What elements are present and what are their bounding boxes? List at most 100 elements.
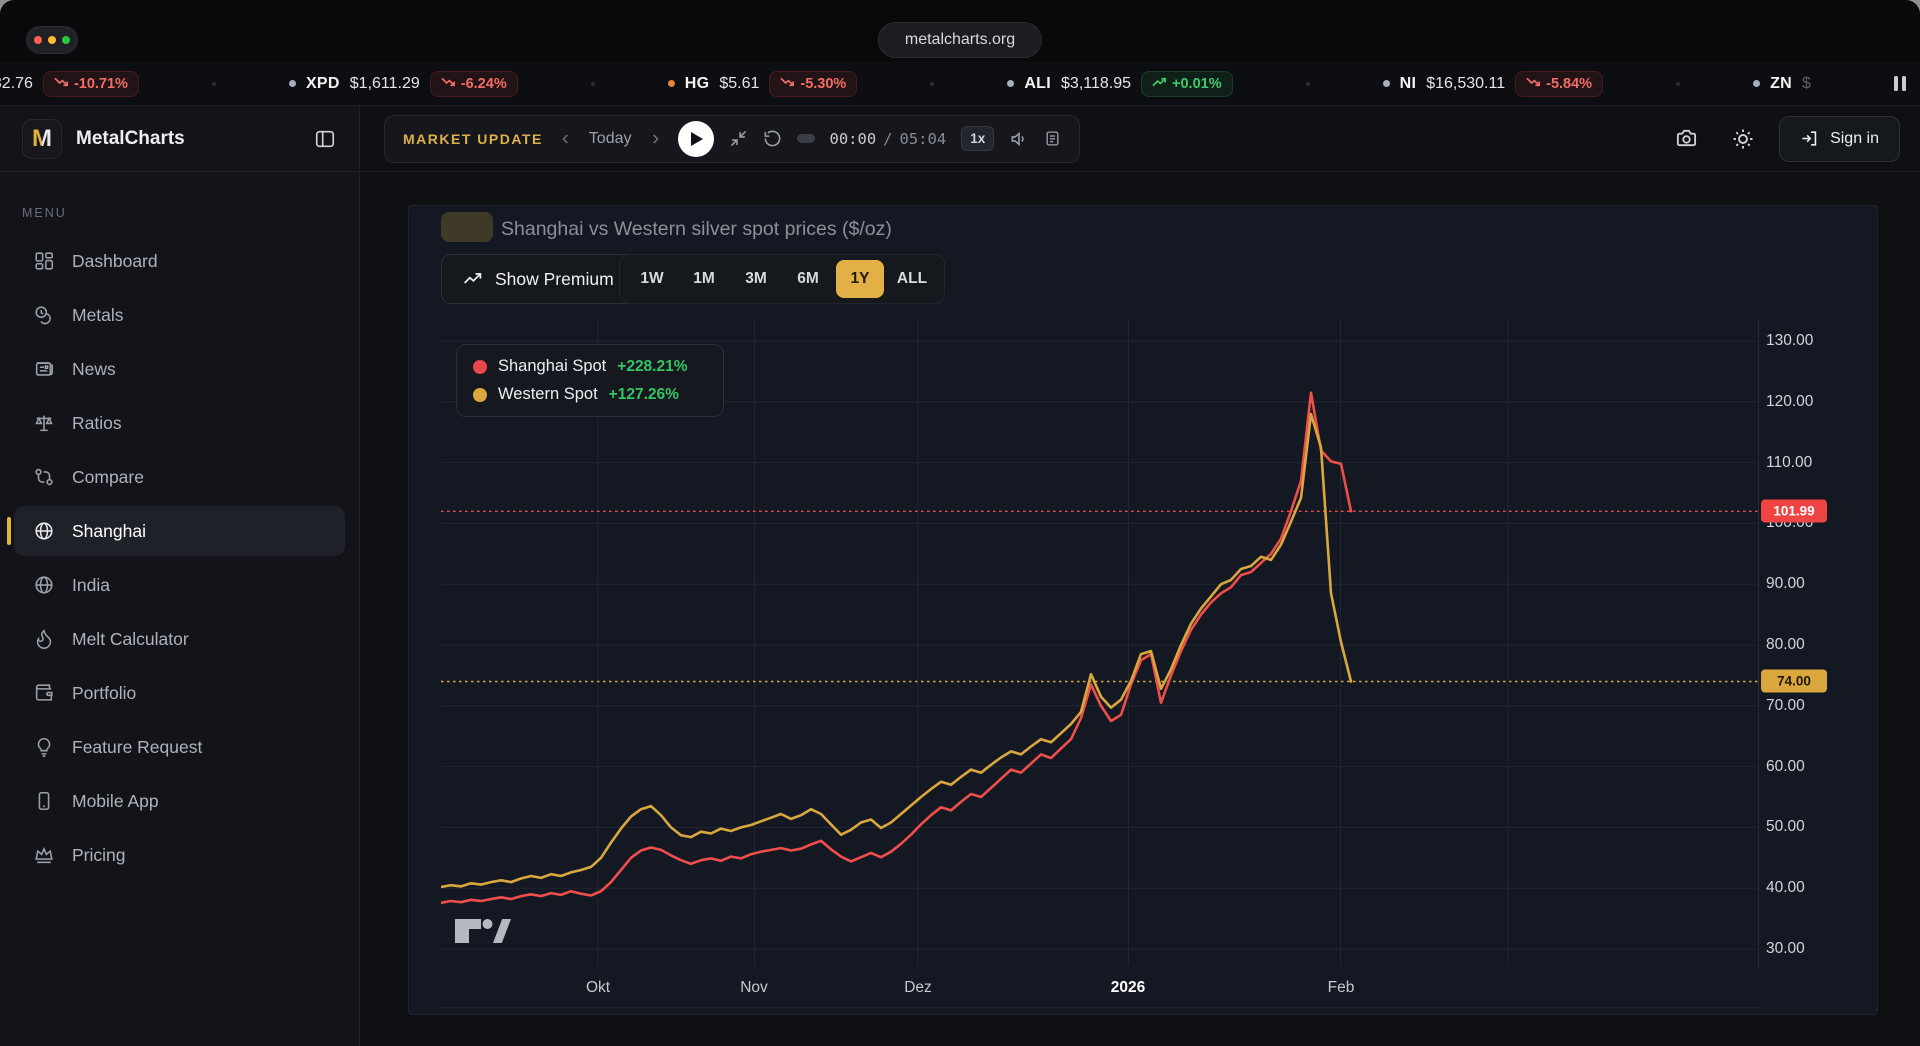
ticker-separator-dot xyxy=(1676,82,1680,86)
sidebar-item-shanghai[interactable]: Shanghai xyxy=(14,506,345,556)
ticker-separator-dot xyxy=(212,82,216,86)
range-button-1w[interactable]: 1W xyxy=(628,260,676,298)
sidebar-item-india[interactable]: India xyxy=(14,560,345,610)
globe-icon xyxy=(32,519,56,543)
sidebar-item-label: Melt Calculator xyxy=(72,629,189,650)
sidebar-item-metals[interactable]: Metals xyxy=(14,290,345,340)
sidebar-item-label: Dashboard xyxy=(72,251,158,272)
bulb-icon xyxy=(32,735,56,759)
sidebar-item-portfolio[interactable]: Portfolio xyxy=(14,668,345,718)
ticker-separator-dot xyxy=(930,82,934,86)
sidebar-item-compare[interactable]: Compare xyxy=(14,452,345,502)
y-axis-label: 50.00 xyxy=(1766,818,1805,836)
app-logo[interactable]: M xyxy=(22,119,62,159)
brand-name: MetalCharts xyxy=(76,128,299,150)
sidebar-item-news[interactable]: News xyxy=(14,344,345,394)
sidebar-toggle-icon[interactable] xyxy=(313,128,337,150)
sidebar-item-label: Feature Request xyxy=(72,737,202,758)
sidebar-item-dashboard[interactable]: Dashboard xyxy=(14,236,345,286)
ticker-price: 932.76 xyxy=(0,75,33,93)
play-button[interactable] xyxy=(678,121,714,157)
next-day-button[interactable] xyxy=(647,131,663,147)
trending-down-icon xyxy=(54,76,69,92)
sidebar-item-label: Mobile App xyxy=(72,791,159,812)
legend-change-percent: +127.26% xyxy=(609,386,679,404)
sidebar-item-label: Shanghai xyxy=(72,521,146,542)
maximize-window-icon[interactable] xyxy=(62,36,70,44)
ticker-change-value: -5.30% xyxy=(800,76,846,92)
compare-icon xyxy=(32,465,56,489)
sign-in-button[interactable]: Sign in xyxy=(1779,116,1900,162)
dashboard-icon xyxy=(32,249,56,273)
ticker-change-badge: +0.01% xyxy=(1141,71,1233,97)
close-window-icon[interactable] xyxy=(34,36,42,44)
sidebar-item-label: Portfolio xyxy=(72,683,136,704)
ticker-price: $5.61 xyxy=(719,75,759,93)
screenshot-camera-icon[interactable] xyxy=(1666,119,1707,158)
sidebar-item-pricing[interactable]: Pricing xyxy=(14,830,345,880)
sidebar-header: M MetalCharts xyxy=(0,106,359,172)
ticker-pause-button[interactable] xyxy=(1894,76,1906,91)
ticker-change-value: -5.84% xyxy=(1546,76,1592,92)
tradingview-logo[interactable] xyxy=(454,918,512,949)
x-axis-label: Feb xyxy=(1328,979,1355,997)
legend-dot-icon xyxy=(473,388,487,402)
volume-icon[interactable] xyxy=(1009,129,1029,149)
range-button-1y[interactable]: 1Y xyxy=(836,260,884,298)
restart-icon[interactable] xyxy=(763,129,782,148)
sidebar-item-label: Metals xyxy=(72,305,124,326)
ticker-symbol: NI xyxy=(1400,75,1417,93)
coins-icon xyxy=(32,303,56,327)
ticker-symbol-dot-icon xyxy=(1383,80,1390,87)
ticker-separator-dot xyxy=(591,82,595,86)
ticker-item[interactable]: XPD$1,611.29-6.24% xyxy=(289,71,518,97)
market-update-toolbar: MARKET UPDATE Today 00:00 / 05:04 1x xyxy=(384,115,1080,163)
ticker-symbol-dot-icon xyxy=(289,80,296,87)
range-button-1m[interactable]: 1M xyxy=(680,260,728,298)
transcript-icon[interactable] xyxy=(1044,129,1061,148)
show-premium-button[interactable]: Show Premium xyxy=(441,254,635,304)
ticker-item[interactable]: NI$16,530.11-5.84% xyxy=(1383,71,1603,97)
range-button-6m[interactable]: 6M xyxy=(784,260,832,298)
ticker-item[interactable]: ZN $ xyxy=(1753,75,1811,93)
playback-speed-button[interactable]: 1x xyxy=(961,126,994,151)
legend-change-percent: +228.21% xyxy=(617,358,687,376)
x-axis-label: Nov xyxy=(740,979,768,997)
address-bar[interactable]: metalcharts.org xyxy=(878,22,1042,58)
window-controls[interactable] xyxy=(26,26,78,54)
ticker-item[interactable]: ALI$3,118.95+0.01% xyxy=(1007,71,1232,97)
x-axis-label: Okt xyxy=(586,979,610,997)
price-badge: 101.99 xyxy=(1761,500,1827,523)
chart-title: Shanghai vs Western silver spot prices (… xyxy=(501,218,892,241)
chart-legend: Shanghai Spot +228.21% Western Spot +127.26… xyxy=(456,344,724,417)
time-range-selector: 1W1M3M6M1YALL xyxy=(619,254,945,304)
collapse-icon[interactable] xyxy=(729,129,748,148)
theme-toggle-sun-icon[interactable] xyxy=(1723,119,1763,159)
ticker-symbol: ZN xyxy=(1770,75,1792,93)
legend-series-name: Shanghai Spot xyxy=(498,357,606,376)
ticker-item[interactable]: HG $5.61 -5.30% xyxy=(668,71,858,97)
sidebar-item-ratios[interactable]: Ratios xyxy=(14,398,345,448)
sidebar-item-melt-calculator[interactable]: Melt Calculator xyxy=(14,614,345,664)
progress-indicator xyxy=(797,134,815,143)
x-axis-label: 2026 xyxy=(1111,979,1145,997)
ticker-price: $ xyxy=(1802,75,1811,93)
y-axis-label: 80.00 xyxy=(1766,636,1805,654)
ticker-item[interactable]: 932.76 -10.71% xyxy=(0,71,139,97)
previous-day-button[interactable] xyxy=(558,131,574,147)
sidebar-item-mobile-app[interactable]: Mobile App xyxy=(14,776,345,826)
ticker-symbol: HG xyxy=(685,75,710,93)
ticker-change-badge: -10.71% xyxy=(43,71,139,97)
ticker-symbol-dot-icon xyxy=(1007,80,1014,87)
trending-down-icon xyxy=(1526,76,1541,92)
legend-series-name: Western Spot xyxy=(498,385,598,404)
sidebar-menu: Dashboard Metals NewsRatiosCompare Shanghai… xyxy=(0,234,359,882)
sidebar-item-feature-request[interactable]: Feature Request xyxy=(14,722,345,772)
y-axis-line xyxy=(1758,319,1759,967)
range-button-all[interactable]: ALL xyxy=(888,260,936,298)
range-button-3m[interactable]: 3M xyxy=(732,260,780,298)
today-label[interactable]: Today xyxy=(589,130,632,148)
x-axis[interactable]: OktNovDez2026Feb xyxy=(441,966,1758,1008)
globe-icon xyxy=(32,573,56,597)
minimize-window-icon[interactable] xyxy=(48,36,56,44)
